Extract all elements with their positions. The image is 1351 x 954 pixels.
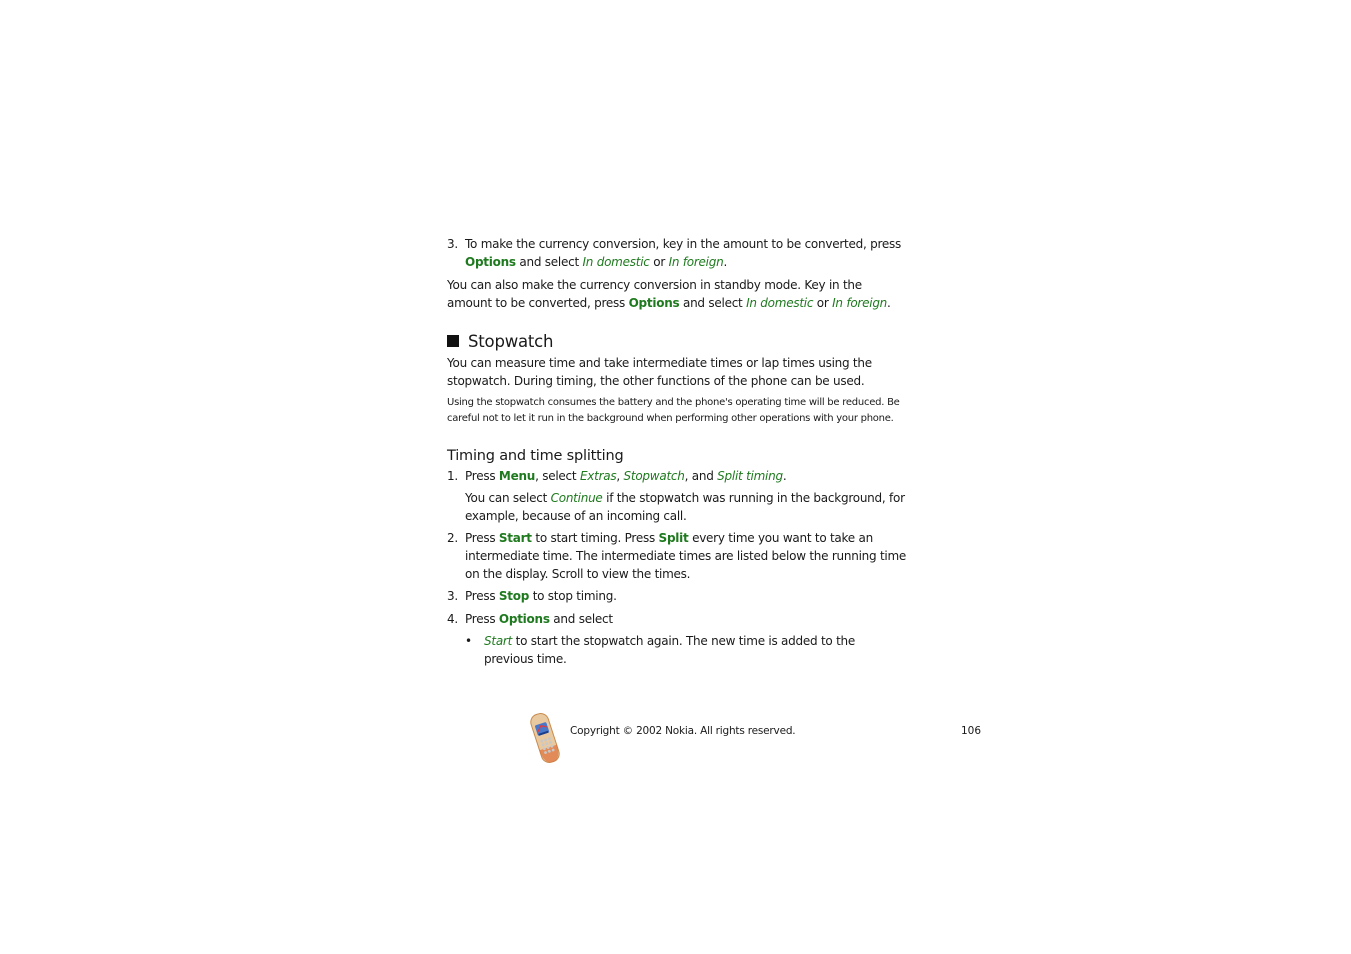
menu-key: Menu [498,468,536,483]
timing-step-2: 2. Press Start to start timing. Press Spl… [447,531,907,581]
start-key: Start [498,531,532,546]
step-number: 3. [447,237,458,251]
currency-step-3: 3. To make the currency conversion, key i… [447,237,902,269]
step-number: 4. [447,611,458,626]
bullet-icon: • [465,634,472,649]
continue-option: Continue [550,491,603,506]
page-footer: Copyright © 2002 Nokia. All rights reser… [527,710,987,766]
step-number: 3. [447,589,458,604]
timing-step-1-note: You can select Continue if the stopwatch… [465,491,905,523]
step-4-bullet-start: • Start to start the stopwatch again. The… [465,634,856,666]
stopwatch-option: Stopwatch [623,468,685,483]
options-key: Options [465,254,516,269]
battery-note: Using the stopwatch consumes the battery… [447,396,900,424]
extras-option: Extras [579,468,617,483]
stop-key: Stop [498,589,530,604]
stopwatch-intro-paragraph: You can measure time and take intermedia… [447,356,872,388]
section-square-icon [447,335,459,348]
in-foreign-option: In foreign [832,295,888,310]
in-foreign-option: In foreign [668,254,724,269]
options-key: Options [498,611,550,626]
document-page: 3. To make the currency conversion, key i… [447,236,907,669]
timing-step-1: 1. Press Menu, select Extras, Stopwatch, … [447,468,907,486]
in-domestic-option: In domestic [746,295,814,310]
section-heading-stopwatch: Stopwatch [447,332,907,352]
split-timing-option: Split timing [717,468,783,483]
in-domestic-option: In domestic [582,254,650,269]
options-key: Options [628,295,680,310]
copyright-text: Copyright © 2002 Nokia. All rights reser… [570,725,796,737]
timing-step-4: 4. Press Options and select [447,611,907,629]
timing-step-3: 3. Press Stop to stop timing. [447,588,907,606]
subsection-heading-timing: Timing and time splitting [447,447,624,464]
split-key: Split [658,531,689,546]
step-number: 1. [447,468,458,483]
start-option: Start [484,634,513,649]
nokia-phone-icon [530,713,560,763]
page-number: 106 [961,725,982,737]
standby-conversion-paragraph: You can also make the currency conversio… [447,278,891,310]
step-number: 2. [447,531,458,546]
